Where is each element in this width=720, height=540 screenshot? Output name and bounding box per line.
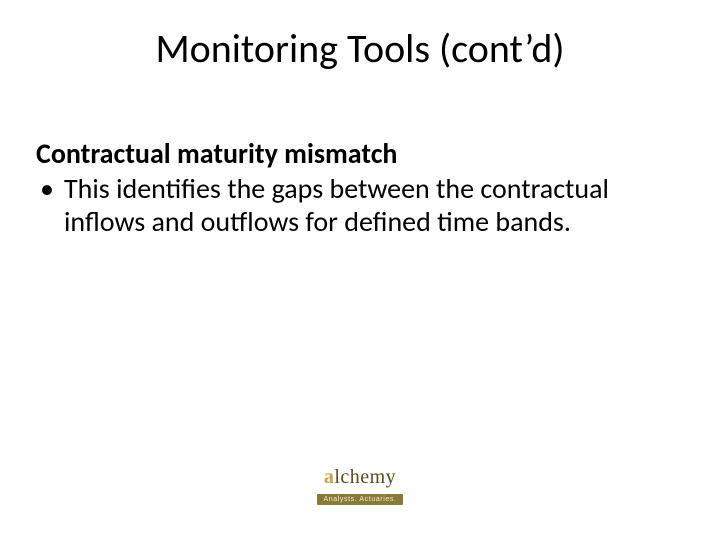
bullet-list: This identifies the gaps between the con… xyxy=(36,172,680,238)
logo-rest: lchemy xyxy=(334,466,396,488)
slide-title: Monitoring Tools (cont’d) xyxy=(0,24,720,73)
subheading: Contractual maturity mismatch xyxy=(36,138,680,170)
slide: Monitoring Tools (cont’d) Contractual ma… xyxy=(0,0,720,540)
slide-body: Contractual maturity mismatch This ident… xyxy=(36,138,680,238)
logo-tagline: Analysts. Actuaries. xyxy=(317,494,402,505)
logo-wordmark: alchemy xyxy=(305,467,415,487)
list-item: This identifies the gaps between the con… xyxy=(36,172,680,238)
footer-logo: alchemy Analysts. Actuaries. xyxy=(305,467,415,506)
logo-accent-letter: a xyxy=(324,466,335,488)
